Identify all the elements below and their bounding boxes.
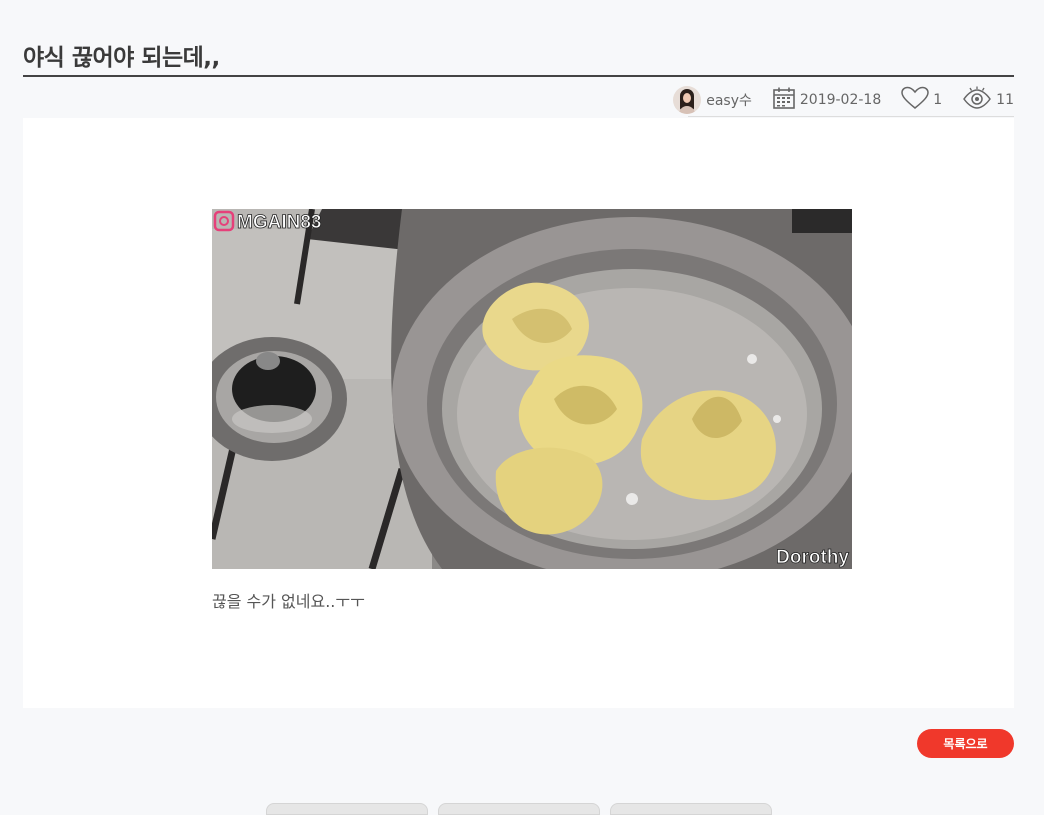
post-likes[interactable]: 1 bbox=[901, 86, 942, 114]
eye-icon bbox=[962, 86, 992, 114]
heart-icon[interactable] bbox=[901, 86, 930, 114]
meta-divider bbox=[688, 116, 1014, 117]
back-to-list-button[interactable]: 목록으로 bbox=[917, 729, 1014, 758]
author-info[interactable]: easy수 bbox=[673, 86, 752, 114]
likes-count: 1 bbox=[933, 92, 943, 108]
calendar-icon bbox=[772, 86, 796, 114]
bottom-tab-3[interactable] bbox=[610, 803, 772, 815]
post-date-value: 2019-02-18 bbox=[799, 92, 882, 108]
post-caption: 끊을 수가 없네요..ㅜㅜ bbox=[212, 592, 365, 611]
title-divider bbox=[23, 75, 1014, 77]
overlay-left-text: MGAIN83 bbox=[237, 212, 321, 233]
post-date: 2019-02-18 bbox=[772, 86, 881, 114]
post-meta: easy수 2019-02-18 1 11 bbox=[673, 84, 1014, 116]
author-avatar[interactable] bbox=[673, 86, 702, 114]
overlay-right-text: Dorothy bbox=[776, 547, 849, 568]
post-photo: MGAIN83 Dorothy bbox=[212, 209, 852, 569]
post-content: MGAIN83 Dorothy 끊을 수가 없네요..ㅜㅜ bbox=[23, 118, 1014, 708]
post-title: 야식 끊어야 되는데,, bbox=[23, 45, 220, 71]
bottom-nav-tabs bbox=[0, 803, 1044, 815]
bottom-tab-1[interactable] bbox=[266, 803, 428, 815]
views-count: 11 bbox=[996, 92, 1014, 108]
post-views: 11 bbox=[962, 86, 1014, 114]
bottom-tab-2[interactable] bbox=[438, 803, 600, 815]
author-name[interactable]: easy수 bbox=[706, 90, 752, 110]
